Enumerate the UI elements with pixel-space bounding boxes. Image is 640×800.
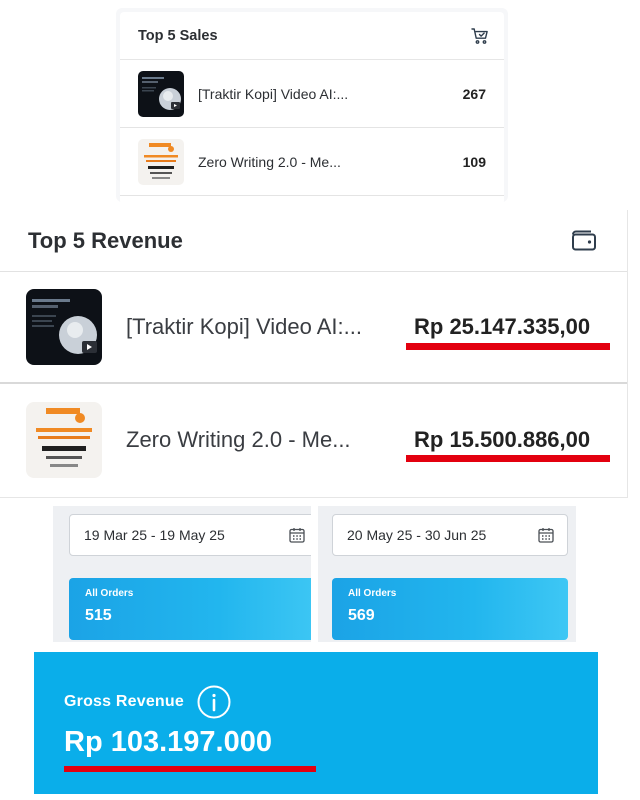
top-revenue-item-amount: Rp 15.500.886,00 [414,427,591,452]
period-panel-current: 20 May 25 - 30 Jun 25 All Orders 569 [318,506,576,642]
top-sales-item-placeholder [120,196,504,202]
top-sales-item-name: Zero Writing 2.0 - Me... [198,153,341,170]
all-orders-card: All Orders 515 [69,578,311,640]
gross-revenue-header: Gross Revenue [64,684,232,720]
calendar-icon[interactable] [288,526,306,544]
all-orders-value: 569 [348,607,375,624]
highlight-underline [64,766,316,772]
top-sales-item[interactable]: Zero Writing 2.0 - Me... 109 [120,128,504,196]
video-ai-thumbnail [138,70,184,117]
calendar-icon[interactable] [537,526,555,544]
wallet-icon [572,230,596,250]
top-sales-item-count: 109 [462,153,486,170]
date-range-value: 20 May 25 - 30 Jun 25 [347,527,487,543]
top-revenue-item-amount: Rp 25.147.335,00 [414,314,591,339]
top-revenue-item[interactable]: [Traktir Kopi] Video AI:... Rp 25.147.33… [0,272,627,384]
top-revenue-item-name: Zero Writing 2.0 - Me... [126,427,351,452]
date-range-picker[interactable]: 20 May 25 - 30 Jun 25 [332,514,568,556]
cart-icon [471,27,488,44]
highlight-underline [406,455,610,462]
top-sales-item-count: 267 [462,85,486,102]
gross-revenue-label: Gross Revenue [64,693,184,710]
period-panel-previous: 19 Mar 25 - 19 May 25 All Orders 515 [53,506,311,642]
top-revenue-item[interactable]: Zero Writing 2.0 - Me... Rp 15.500.886,0… [0,384,627,496]
info-icon[interactable] [196,684,232,720]
top-revenue-card: Top 5 Revenue [Traktir Kopi] Video AI:..… [0,210,628,498]
top-sales-header: Top 5 Sales [120,12,504,60]
top-sales-card: Top 5 Sales [Traktir Kopi] Video AI:... … [116,8,508,202]
top-sales-item-name: [Traktir Kopi] Video AI:... [198,85,349,102]
zero-writing-thumbnail [26,402,102,478]
zero-writing-thumbnail [138,138,184,185]
top-sales-item[interactable]: [Traktir Kopi] Video AI:... 267 [120,60,504,128]
top-sales-panel: Top 5 Sales [Traktir Kopi] Video AI:... … [120,12,504,202]
date-range-value: 19 Mar 25 - 19 May 25 [84,527,225,543]
gross-revenue-card: Gross Revenue Rp 103.197.000 [34,652,598,794]
highlight-underline [406,343,610,350]
all-orders-label: All Orders [85,588,134,599]
video-ai-thumbnail [26,289,102,365]
all-orders-value: 515 [85,607,112,624]
all-orders-label: All Orders [348,588,397,599]
date-range-picker[interactable]: 19 Mar 25 - 19 May 25 [69,514,311,556]
top-revenue-item-name: [Traktir Kopi] Video AI:... [126,314,362,339]
top-revenue-title: Top 5 Revenue [28,227,183,253]
all-orders-card: All Orders 569 [332,578,568,640]
top-revenue-header: Top 5 Revenue [0,210,627,272]
top-sales-title: Top 5 Sales [138,27,218,44]
gross-revenue-value: Rp 103.197.000 [64,726,272,758]
